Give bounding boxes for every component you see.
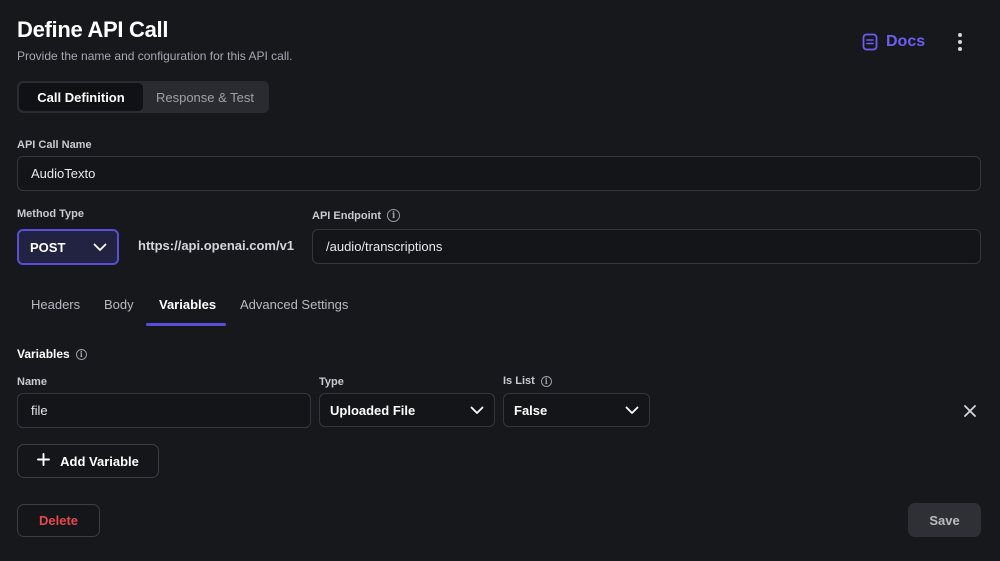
tab-body[interactable]: Body	[104, 297, 134, 312]
save-label: Save	[929, 512, 960, 528]
segment-call-definition[interactable]: Call Definition	[19, 83, 143, 111]
chevron-down-icon	[470, 403, 484, 418]
remove-variable-close-icon[interactable]	[961, 402, 979, 420]
page-title: Define API Call	[17, 17, 169, 42]
chevron-down-icon	[625, 403, 639, 418]
page-subtitle: Provide the name and configuration for t…	[17, 49, 293, 63]
info-icon[interactable]: i	[540, 375, 552, 387]
active-tab-indicator	[146, 323, 226, 326]
plus-icon	[37, 453, 51, 469]
chevron-down-icon	[93, 240, 107, 255]
column-name-label: Name	[17, 376, 47, 388]
variable-is-list-select[interactable]: False	[503, 393, 650, 427]
delete-label: Delete	[38, 513, 79, 528]
api-endpoint-label-row: API Endpoint i	[312, 209, 401, 222]
api-call-name-label: API Call Name	[17, 139, 92, 151]
docs-label: Docs	[886, 33, 926, 50]
api-endpoint-label: API Endpoint	[312, 209, 382, 222]
tab-variables[interactable]: Variables	[159, 297, 216, 312]
tab-advanced-settings[interactable]: Advanced Settings	[240, 297, 348, 312]
variables-section-header: Variables i	[17, 347, 87, 361]
view-segmented-control: Call Definition Response & Test	[17, 81, 269, 113]
api-endpoint-input[interactable]: /audio/transcriptions	[312, 229, 981, 264]
method-type-label: Method Type	[17, 208, 85, 220]
more-options-icon[interactable]	[950, 30, 970, 54]
api-call-name-value: AudioTexto	[31, 166, 96, 181]
column-is-list-label: Is List	[503, 375, 535, 387]
method-type-select[interactable]: POST	[17, 229, 119, 265]
save-button[interactable]: Save	[908, 503, 981, 537]
variable-type-select[interactable]: Uploaded File	[319, 393, 495, 427]
variables-section-label: Variables	[17, 347, 70, 361]
tab-headers[interactable]: Headers	[31, 297, 80, 312]
docs-link[interactable]: Docs	[862, 30, 925, 54]
variable-name-input[interactable]: file	[17, 393, 311, 428]
column-is-list-header: Is List i	[503, 375, 552, 387]
column-type-label: Type	[319, 376, 344, 388]
base-url: https://api.openai.com/v1	[138, 238, 295, 253]
add-variable-button[interactable]: Add Variable	[17, 444, 159, 478]
info-icon[interactable]: i	[75, 348, 87, 360]
document-icon	[862, 33, 878, 51]
api-call-name-input[interactable]: AudioTexto	[17, 156, 981, 191]
method-type-value: POST	[30, 239, 66, 255]
variable-type-value: Uploaded File	[330, 402, 416, 418]
variable-name-value: file	[31, 403, 48, 418]
segment-response-test[interactable]: Response & Test	[143, 83, 267, 111]
variable-is-list-value: False	[514, 402, 548, 418]
delete-button[interactable]: Delete	[17, 504, 100, 537]
info-icon[interactable]: i	[387, 209, 401, 222]
api-endpoint-value: /audio/transcriptions	[326, 239, 443, 254]
add-variable-label: Add Variable	[60, 453, 139, 469]
